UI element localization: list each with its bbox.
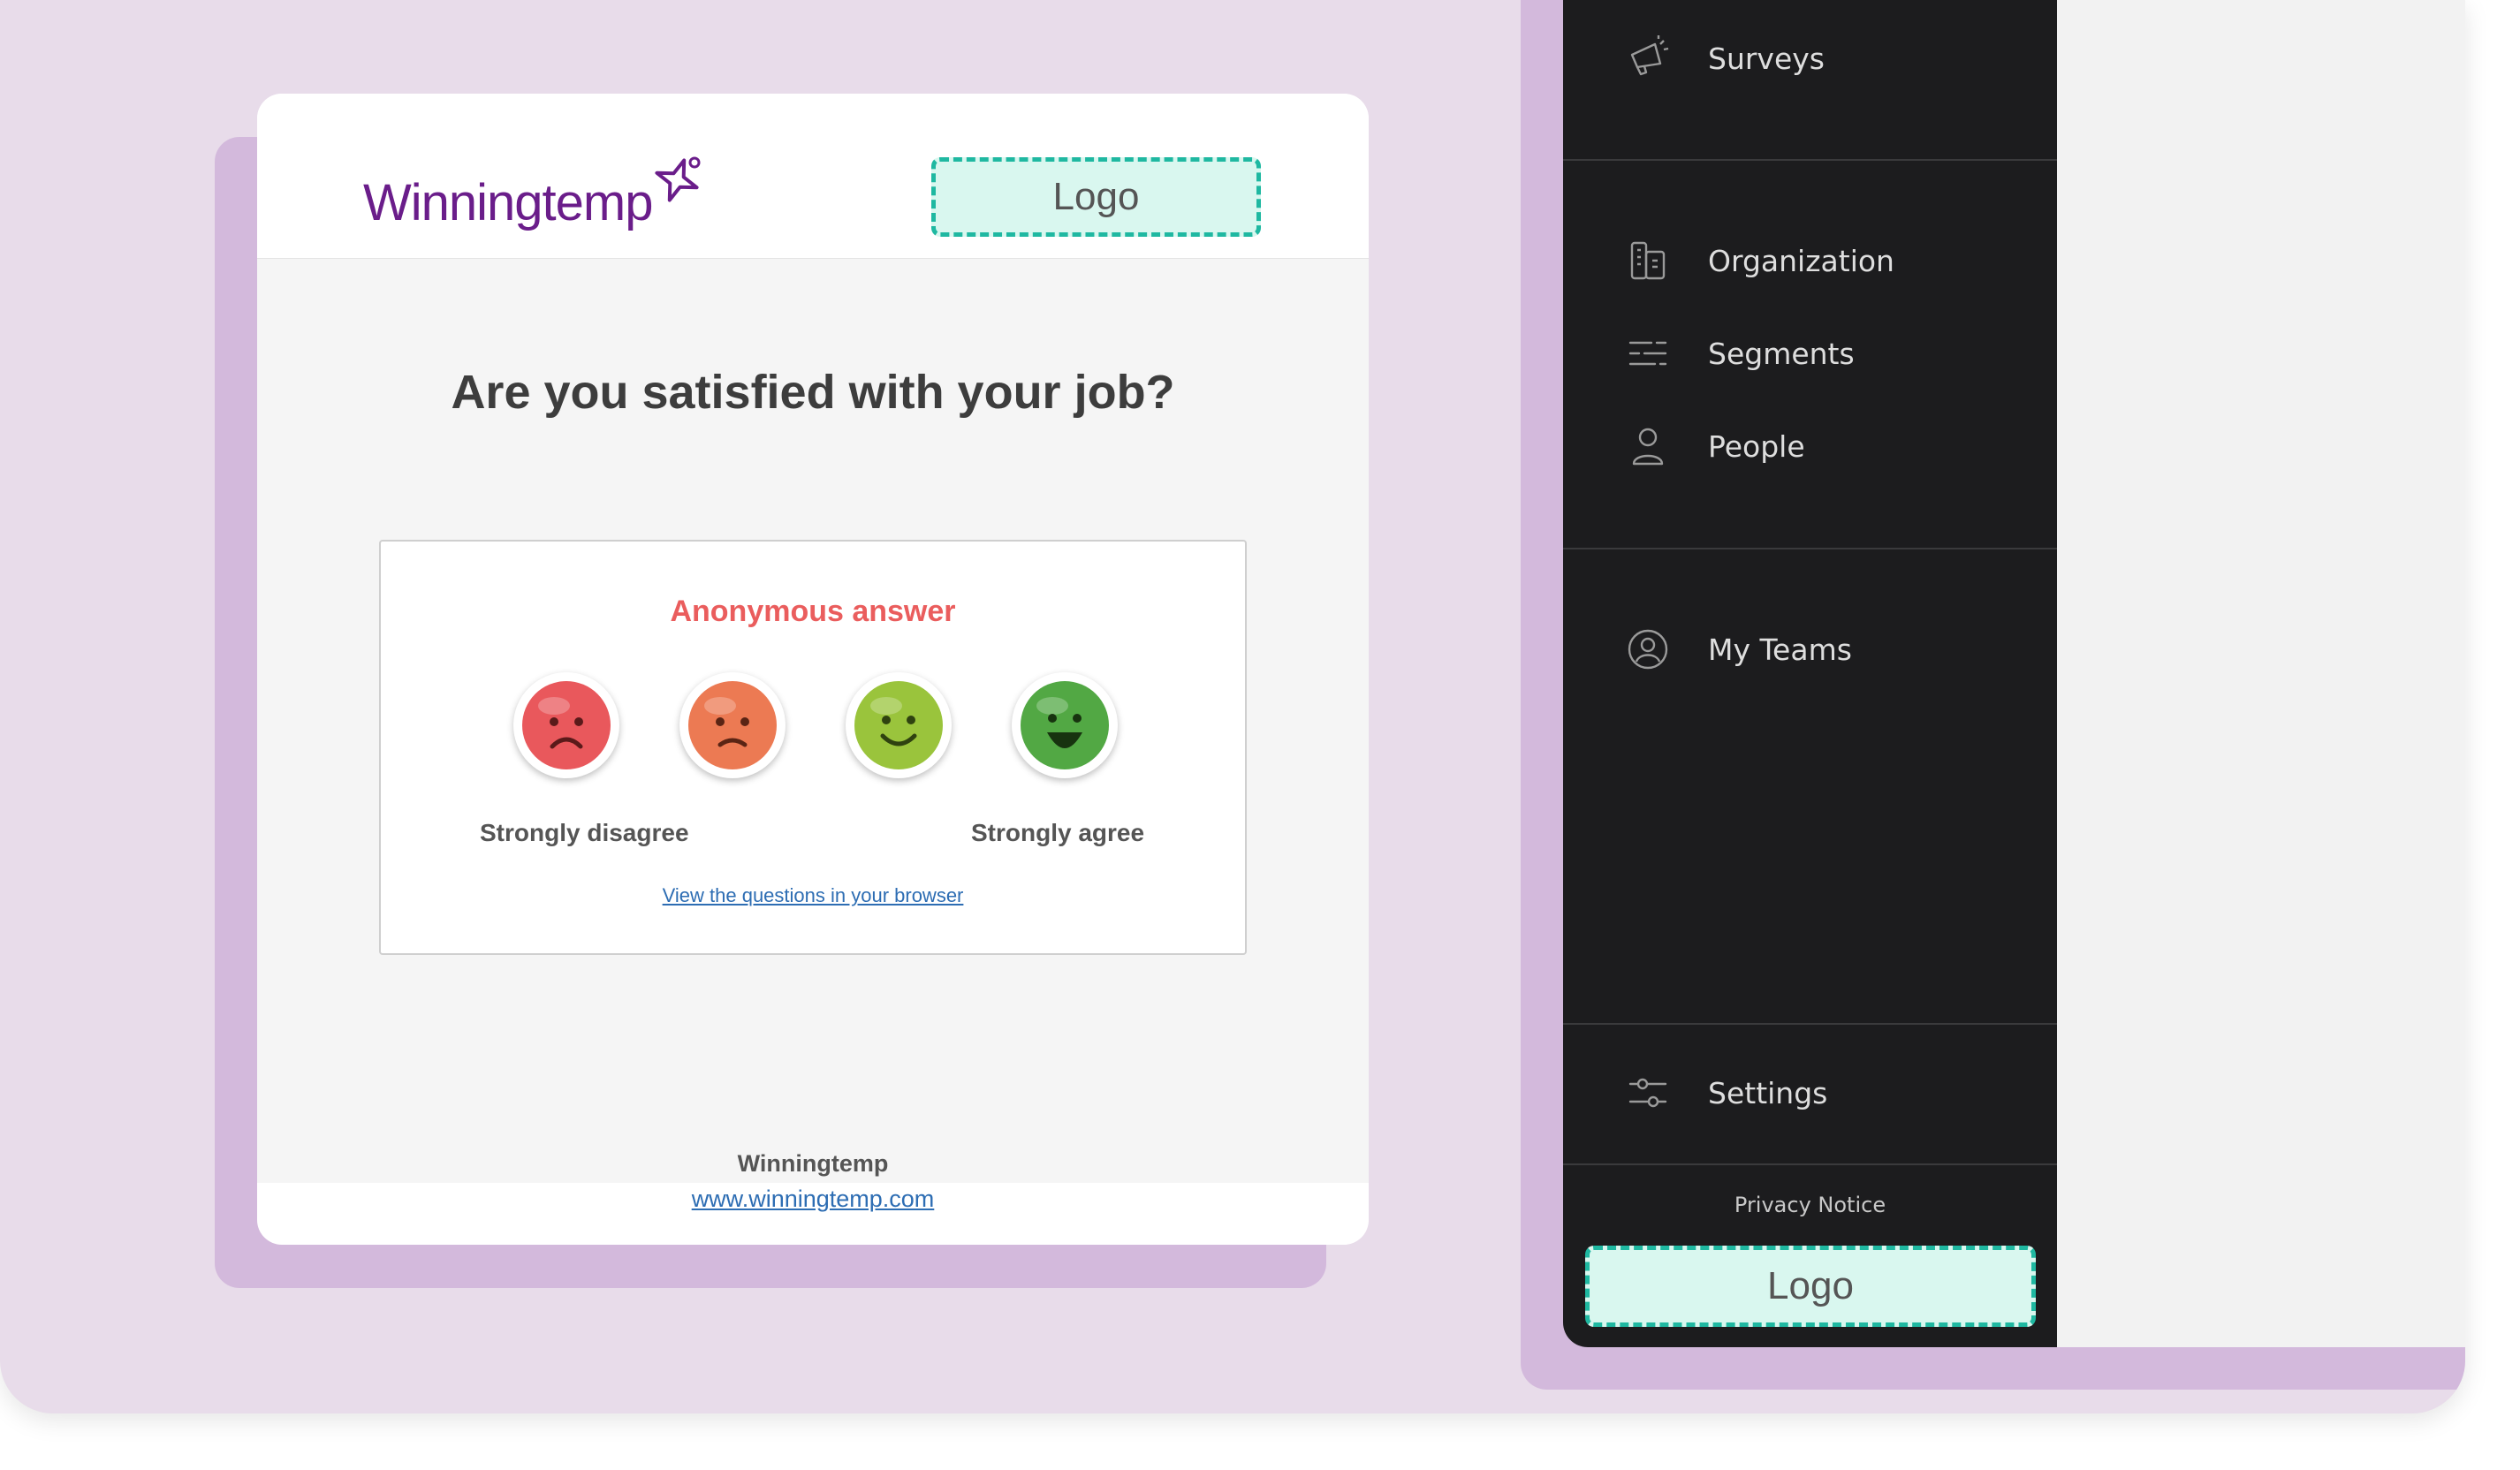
footer-company-name: Winningtemp [737, 1150, 889, 1177]
sidebar-divider [1563, 159, 2057, 161]
sidebar-item-segments[interactable]: Segments [1625, 327, 1855, 380]
email-body: Are you satisfied with your job? Anonymo… [257, 259, 1369, 1212]
sad-face-icon [688, 681, 777, 769]
sidebar-item-label: Segments [1708, 336, 1855, 371]
sidebar-divider [1563, 1023, 2057, 1025]
answer-option-2[interactable] [679, 672, 786, 778]
sidebar-item-label: My Teams [1708, 632, 1852, 667]
sidebar-item-surveys[interactable]: Surveys [1625, 32, 1825, 85]
person-icon [1632, 428, 1664, 466]
email-card: Winningtemp Logo Are you satisfied with … [257, 94, 1369, 1245]
segments-icon [1628, 341, 1667, 366]
sidebar-item-organization[interactable]: Organization [1625, 234, 1894, 287]
sidebar-item-settings[interactable]: Settings [1625, 1066, 1827, 1119]
team-icon [1628, 629, 1668, 670]
answer-box: Anonymous answer Strongly disagree Stron… [379, 540, 1247, 955]
scale-max-label: Strongly agree [971, 819, 1145, 846]
logo-placeholder-bottom: Logo [1585, 1246, 2036, 1327]
organization-icon [1630, 241, 1666, 280]
sparkle-icon [655, 156, 701, 202]
scale-min-label: Strongly disagree [480, 819, 689, 846]
sidebar-item-label: Surveys [1708, 41, 1825, 76]
sidebar-divider [1563, 1163, 2057, 1165]
sidebar: Surveys Organization Segments People My … [1563, 0, 2057, 1347]
smile-face-icon [854, 681, 943, 769]
sidebar-item-people[interactable]: People [1625, 420, 1805, 473]
logo-placeholder-top: Logo [931, 157, 1261, 237]
sidebar-item-my-teams[interactable]: My Teams [1625, 623, 1852, 676]
answer-option-4[interactable] [1012, 672, 1118, 778]
survey-question: Are you satisfied with your job? [451, 366, 1175, 419]
footer-website-link[interactable]: www.winningtemp.com [257, 1186, 1369, 1213]
anonymous-answer-label: Anonymous answer [670, 595, 956, 628]
email-header: Winningtemp Logo [257, 94, 1369, 259]
privacy-notice-link[interactable]: Privacy Notice [1563, 1193, 2057, 1217]
sliders-icon [1628, 1078, 1667, 1108]
app-content-area [2057, 0, 2465, 1347]
view-in-browser-link[interactable]: View the questions in your browser [381, 884, 1245, 907]
answer-option-1[interactable] [513, 672, 619, 778]
answer-option-3[interactable] [846, 672, 952, 778]
sidebar-item-label: Organization [1708, 243, 1894, 278]
sidebar-item-label: People [1708, 428, 1805, 464]
megaphone-icon [1630, 35, 1669, 76]
brand-logo-text: Winningtemp [363, 174, 653, 231]
sidebar-item-label: Settings [1708, 1075, 1828, 1110]
very-sad-face-icon [522, 681, 611, 769]
background-canvas: Winningtemp Logo Are you satisfied with … [0, 0, 2465, 1413]
sidebar-divider [1563, 548, 2057, 549]
laugh-face-icon [1021, 681, 1109, 769]
